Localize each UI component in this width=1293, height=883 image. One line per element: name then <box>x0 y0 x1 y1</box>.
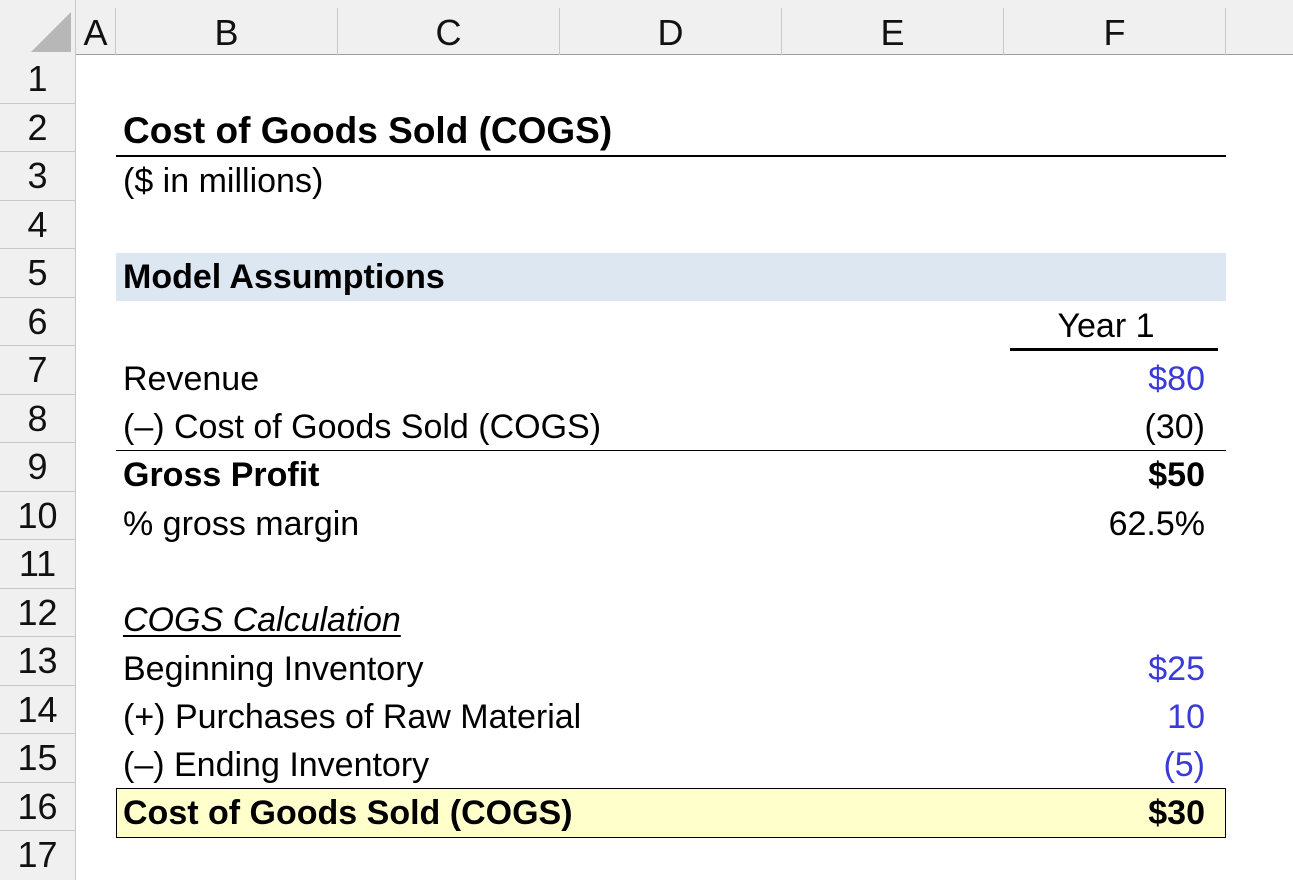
section-header-model-assumptions[interactable]: Model Assumptions <box>123 253 445 301</box>
revenue-value[interactable]: $80 <box>1148 355 1205 403</box>
gross-margin-label[interactable]: % gross margin <box>123 500 359 548</box>
row-header-10[interactable]: 10 <box>0 491 76 540</box>
purchases-value[interactable]: 10 <box>1167 693 1205 741</box>
row-header-13[interactable]: 13 <box>0 637 76 686</box>
cogs-total-value[interactable]: $30 <box>1148 789 1205 837</box>
column-header-f[interactable]: F <box>1004 8 1226 55</box>
column-header-d[interactable]: D <box>560 8 782 55</box>
row-header-11[interactable]: 11 <box>0 540 76 589</box>
spreadsheet: A B C D E F 1 2 3 4 5 6 7 8 9 10 11 12 1… <box>0 0 1293 883</box>
row-header-8[interactable]: 8 <box>0 394 76 443</box>
gross-profit-label[interactable]: Gross Profit <box>123 451 319 499</box>
select-all-button[interactable] <box>0 0 76 55</box>
row-header-1[interactable]: 1 <box>0 55 76 104</box>
row-header-16[interactable]: 16 <box>0 782 76 831</box>
row-header-9[interactable]: 9 <box>0 443 76 492</box>
column-header-g[interactable] <box>1226 8 1293 55</box>
beginning-inventory-value[interactable]: $25 <box>1148 645 1205 693</box>
row-header-15[interactable]: 15 <box>0 734 76 783</box>
row-header-12[interactable]: 12 <box>0 588 76 637</box>
row-header-14[interactable]: 14 <box>0 685 76 734</box>
row-header-7[interactable]: 7 <box>0 346 76 395</box>
ending-inventory-label[interactable]: (–) Ending Inventory <box>123 741 429 789</box>
ending-inventory-value[interactable]: (5) <box>1163 741 1205 789</box>
purchases-label[interactable]: (+) Purchases of Raw Material <box>123 693 581 741</box>
beginning-inventory-label[interactable]: Beginning Inventory <box>123 645 424 693</box>
revenue-label[interactable]: Revenue <box>123 355 259 403</box>
row-header-5[interactable]: 5 <box>0 249 76 298</box>
units-subtitle[interactable]: ($ in millions) <box>123 157 323 205</box>
column-header-e[interactable]: E <box>782 8 1004 55</box>
column-header-c[interactable]: C <box>338 8 560 55</box>
column-header-b[interactable]: B <box>116 8 338 55</box>
cogs-value[interactable]: (30) <box>1145 403 1205 451</box>
select-all-triangle-icon <box>31 12 71 52</box>
cogs-total-label[interactable]: Cost of Goods Sold (COGS) <box>123 789 573 837</box>
row-header-2[interactable]: 2 <box>0 103 76 152</box>
row-header-3[interactable]: 3 <box>0 152 76 201</box>
cogs-label[interactable]: (–) Cost of Goods Sold (COGS) <box>123 403 601 451</box>
row-header-6[interactable]: 6 <box>0 297 76 346</box>
sheet-title[interactable]: Cost of Goods Sold (COGS) <box>123 107 612 155</box>
row-header-17[interactable]: 17 <box>0 831 76 880</box>
gross-profit-value[interactable]: $50 <box>1148 451 1205 499</box>
column-header-a[interactable]: A <box>76 8 116 55</box>
period-header-year-1[interactable]: Year 1 <box>1010 302 1202 350</box>
cogs-calculation-header[interactable]: COGS Calculation <box>123 596 401 644</box>
gross-margin-value[interactable]: 62.5% <box>1109 500 1205 548</box>
row-header-4[interactable]: 4 <box>0 200 76 249</box>
